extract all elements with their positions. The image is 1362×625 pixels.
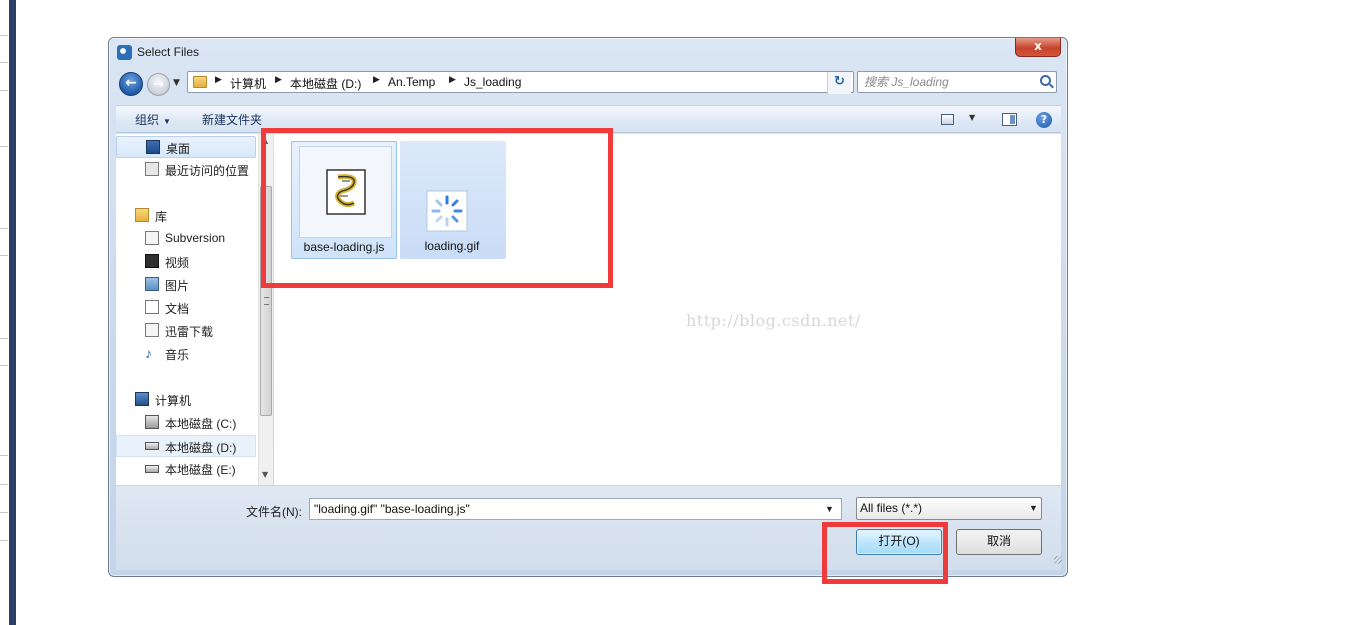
background-rail <box>9 0 16 625</box>
breadcrumb-arrow-icon[interactable]: ▶ <box>275 75 282 85</box>
filename-input[interactable]: "loading.gif" "base-loading.js" ▼ <box>309 498 842 520</box>
address-bar[interactable]: ▶ 计算机 ▶ 本地磁盘 (D:) ▶ An.Temp ▶ Js_loading… <box>187 71 897 93</box>
background-tick <box>0 365 8 366</box>
search-input[interactable] <box>864 74 1032 90</box>
nav-item-subversion[interactable]: Subversion <box>116 228 256 250</box>
preview-pane-icon[interactable] <box>1002 113 1017 126</box>
title-bar[interactable]: Select Files x <box>109 38 1067 68</box>
forward-button[interactable]: → <box>147 73 170 96</box>
nav-item-drive-c[interactable]: 本地磁盘 (C:) <box>116 412 256 434</box>
nav-item-drive-e[interactable]: 本地磁盘 (E:) <box>116 458 256 480</box>
navigation-pane: 桌面 最近访问的位置 库 Subversion 视频 图片 文档 迅雷下载 ♪ … <box>116 134 273 485</box>
background-tick <box>0 146 8 147</box>
highlight-box-selected-files <box>261 128 613 288</box>
watermark-text: http://blog.csdn.net/ <box>686 311 861 330</box>
download-folder-icon <box>145 323 159 337</box>
file-type-filter-select[interactable]: All files (*.*) ▼ <box>856 497 1042 520</box>
help-icon[interactable]: ? <box>1036 112 1052 128</box>
document-icon <box>145 300 159 314</box>
background-tick <box>0 455 8 456</box>
system-drive-icon <box>145 415 159 429</box>
dialog-title: Select Files <box>137 45 200 59</box>
picture-icon <box>145 277 159 291</box>
nav-item-videos[interactable]: 视频 <box>116 251 256 273</box>
organize-button[interactable]: 组织 ▼ <box>135 111 171 128</box>
app-icon <box>117 45 132 60</box>
back-button[interactable]: ← <box>119 72 143 96</box>
background-tick <box>0 35 8 36</box>
filename-label: 文件名(N): <box>246 505 302 519</box>
breadcrumb-arrow-icon[interactable]: ▶ <box>215 75 222 85</box>
nav-item-label: 迅雷下载 <box>165 325 214 339</box>
background-tick <box>0 62 8 63</box>
scroll-down-arrow-icon[interactable]: ▼ <box>262 470 268 479</box>
search-icon[interactable] <box>1040 75 1051 86</box>
background-tick <box>0 338 8 339</box>
nav-item-desktop[interactable]: 桌面 <box>116 136 256 158</box>
background-tick <box>0 512 8 513</box>
background-tick <box>0 540 8 541</box>
video-icon <box>145 254 159 268</box>
nav-item-documents[interactable]: 文档 <box>116 297 256 319</box>
chevron-down-icon: ▼ <box>1029 503 1038 513</box>
new-folder-button[interactable]: 新建文件夹 <box>202 111 262 128</box>
breadcrumb-an-temp[interactable]: An.Temp <box>388 75 435 89</box>
hard-drive-icon <box>145 442 159 450</box>
nav-item-label: 本地磁盘 (D:) <box>165 441 237 455</box>
search-box[interactable] <box>857 71 1057 93</box>
chevron-down-icon: ▼ <box>163 117 171 126</box>
nav-item-music[interactable]: ♪ 音乐 <box>116 343 256 365</box>
nav-item-label: 最近访问的位置 <box>165 164 250 178</box>
nav-item-computer[interactable]: 计算机 <box>116 389 256 411</box>
library-icon <box>135 208 149 222</box>
breadcrumb-computer[interactable]: 计算机 <box>230 75 266 92</box>
select-files-dialog: Select Files x ← → ▼ ▶ 计算机 ▶ 本地磁盘 (D:) ▶… <box>108 37 1068 577</box>
document-library-icon <box>145 231 159 245</box>
desktop-icon <box>146 140 160 154</box>
cancel-button[interactable]: 取消 <box>956 529 1042 555</box>
nav-item-libraries[interactable]: 库 <box>116 205 256 227</box>
breadcrumb-arrow-icon[interactable]: ▶ <box>449 75 456 85</box>
hard-drive-icon <box>145 465 159 473</box>
filename-value: "loading.gif" "base-loading.js" <box>314 502 470 516</box>
folder-icon <box>193 76 207 88</box>
highlight-box-open-button <box>822 522 948 584</box>
filename-history-dropdown-icon[interactable]: ▼ <box>825 504 834 514</box>
recent-places-icon <box>145 162 159 176</box>
file-type-filter-value: All files (*.*) <box>860 501 923 515</box>
background-tick <box>0 255 8 256</box>
recent-locations-dropdown-icon[interactable]: ▼ <box>173 78 180 88</box>
view-options-icon[interactable] <box>941 114 954 125</box>
background-page-edge <box>0 0 16 625</box>
nav-item-label: 音乐 <box>165 348 190 362</box>
nav-item-pictures[interactable]: 图片 <box>116 274 256 296</box>
refresh-button[interactable]: ↻ <box>827 72 851 94</box>
nav-item-label: 本地磁盘 (C:) <box>165 417 237 431</box>
nav-item-label: 计算机 <box>155 394 192 408</box>
nav-item-label: 本地磁盘 (E:) <box>165 463 236 477</box>
background-tick <box>0 484 8 485</box>
organize-label: 组织 <box>135 113 160 127</box>
nav-item-label: 文档 <box>165 302 190 316</box>
breadcrumb-arrow-icon[interactable]: ▶ <box>373 75 380 85</box>
grip-icon <box>264 297 269 305</box>
nav-item-label: 视频 <box>165 256 190 270</box>
nav-item-label: 桌面 <box>166 142 191 156</box>
close-button[interactable]: x <box>1015 38 1061 57</box>
nav-item-label: Subversion <box>165 231 226 245</box>
music-note-icon: ♪ <box>145 345 152 361</box>
nav-item-label: 库 <box>155 210 168 224</box>
computer-icon <box>135 392 149 406</box>
nav-item-thunder-downloads[interactable]: 迅雷下载 <box>116 320 256 342</box>
nav-item-label: 图片 <box>165 279 190 293</box>
resize-grip-icon[interactable] <box>1054 556 1062 564</box>
view-dropdown-icon[interactable]: ▼ <box>969 113 975 122</box>
nav-item-drive-d[interactable]: 本地磁盘 (D:) <box>116 435 256 457</box>
background-tick <box>0 90 8 91</box>
breadcrumb-js-loading[interactable]: Js_loading <box>464 75 521 89</box>
background-tick <box>0 228 8 229</box>
nav-item-recent-places[interactable]: 最近访问的位置 <box>116 159 256 181</box>
breadcrumb-drive-d[interactable]: 本地磁盘 (D:) <box>290 75 361 92</box>
